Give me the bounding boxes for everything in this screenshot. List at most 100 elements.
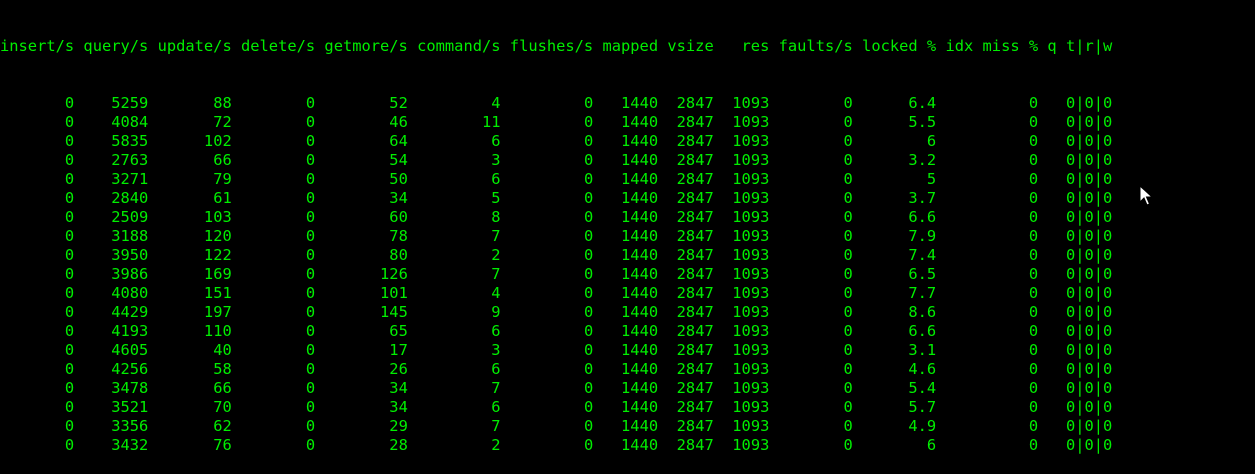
cell-update-s: 103 [203,208,232,226]
cell-command-s: 6 [491,322,501,340]
cell-delete-s: 0 [305,379,316,397]
header-q-t-r-w: q t|r|w [1047,37,1113,55]
cell-res: 1093 [732,379,770,397]
cell-query-s: 4084 [111,113,149,131]
cell-getmore-s: 50 [389,170,408,188]
header-getmore-s: getmore/s [324,37,408,55]
cell-command-s: 6 [491,170,501,188]
cell-flushes-s: 0 [583,303,594,321]
stats-row: 0 4080 151 0 101 4 0 1440 2847 1093 0 7.… [0,284,1255,303]
cell-q-t-r-w: 0|0|0 [1065,360,1113,378]
cell-flushes-s: 0 [583,379,594,397]
cell-insert-s: 0 [64,151,75,169]
cell-mapped: 1440 [621,227,659,245]
cell-query-s: 3950 [111,246,149,264]
cell-mapped: 1440 [621,341,659,359]
cell-faults-s: 0 [843,322,853,340]
cell-query-s: 4256 [111,360,149,378]
cell-insert-s: 0 [64,436,75,454]
stats-row: 0 4256 58 0 26 6 0 1440 2847 1093 0 4.6 … [0,360,1255,379]
cell-update-s: 66 [213,379,232,397]
cell-locked: 4.6 [908,360,937,378]
cell-faults-s: 0 [843,360,853,378]
cell-command-s: 4 [491,284,501,302]
cell-update-s: 40 [213,341,232,359]
cell-command-s: 3 [491,151,501,169]
cell-getmore-s: 34 [389,379,408,397]
cell-delete-s: 0 [305,113,316,131]
cell-command-s: 11 [481,113,501,131]
cell-command-s: 8 [491,208,501,226]
cell-locked: 7.9 [908,227,937,245]
cell-vsize: 2847 [676,436,714,454]
cell-locked: 7.7 [908,284,937,302]
cell-query-s: 3478 [111,379,149,397]
cell-faults-s: 0 [843,341,853,359]
cell-insert-s: 0 [64,132,75,150]
cell-mapped: 1440 [621,417,659,435]
cell-vsize: 2847 [676,322,714,340]
cell-res: 1093 [732,227,770,245]
cell-insert-s: 0 [64,170,75,188]
cell-mapped: 1440 [621,303,659,321]
cell-query-s: 4080 [111,284,149,302]
cell-res: 1093 [732,284,770,302]
cell-q-t-r-w: 0|0|0 [1065,436,1113,454]
cell-q-t-r-w: 0|0|0 [1065,170,1113,188]
cell-flushes-s: 0 [583,246,594,264]
cell-flushes-s: 0 [583,360,594,378]
terminal-window[interactable]: insert/s query/s update/s delete/s getmo… [0,0,1255,454]
cell-command-s: 2 [491,246,501,264]
cell-locked: 6.5 [908,265,937,283]
header-update-s: update/s [157,37,232,55]
cell-update-s: 122 [203,246,232,264]
cell-insert-s: 0 [64,227,75,245]
cell-faults-s: 0 [843,113,853,131]
cell-locked: 7.4 [908,246,937,264]
stats-row: 0 2509 103 0 60 8 0 1440 2847 1093 0 6.6… [0,208,1255,227]
cell-faults-s: 0 [843,417,853,435]
cell-idx-miss: 0 [1028,189,1039,207]
cell-locked: 3.7 [908,189,937,207]
cell-vsize: 2847 [676,341,714,359]
header-idx-miss: idx miss % [945,37,1039,55]
cell-faults-s: 0 [843,94,853,112]
cell-locked: 6.4 [908,94,937,112]
header-mapped: mapped [602,37,659,55]
stats-row: 0 4084 72 0 46 11 0 1440 2847 1093 0 5.5… [0,113,1255,132]
cell-query-s: 2840 [111,189,149,207]
stats-row: 0 2763 66 0 54 3 0 1440 2847 1093 0 3.2 … [0,151,1255,170]
cell-flushes-s: 0 [583,417,594,435]
header-command-s: command/s [417,37,501,55]
cell-getmore-s: 126 [380,265,408,283]
cell-locked: 5 [926,170,937,188]
cell-faults-s: 0 [843,170,853,188]
cell-update-s: 58 [213,360,232,378]
cell-mapped: 1440 [621,113,659,131]
cell-res: 1093 [732,436,770,454]
cell-res: 1093 [732,170,770,188]
cell-update-s: 151 [203,284,232,302]
cell-idx-miss: 0 [1028,303,1039,321]
cell-mapped: 1440 [621,132,659,150]
cell-q-t-r-w: 0|0|0 [1065,227,1113,245]
cell-idx-miss: 0 [1028,170,1039,188]
cell-res: 1093 [732,151,770,169]
cell-idx-miss: 0 [1028,151,1039,169]
cell-getmore-s: 54 [389,151,408,169]
cell-vsize: 2847 [676,360,714,378]
cell-command-s: 6 [491,360,501,378]
cell-query-s: 5259 [111,94,149,112]
cell-command-s: 5 [491,189,501,207]
cell-locked: 4.9 [908,417,937,435]
cell-res: 1093 [732,322,770,340]
cell-q-t-r-w: 0|0|0 [1065,151,1113,169]
cell-insert-s: 0 [64,284,75,302]
cell-insert-s: 0 [64,360,75,378]
cell-idx-miss: 0 [1028,227,1039,245]
cell-insert-s: 0 [64,379,75,397]
cell-q-t-r-w: 0|0|0 [1065,303,1113,321]
cell-q-t-r-w: 0|0|0 [1065,284,1113,302]
header-insert-s: insert/s [0,37,75,55]
cell-faults-s: 0 [843,284,853,302]
